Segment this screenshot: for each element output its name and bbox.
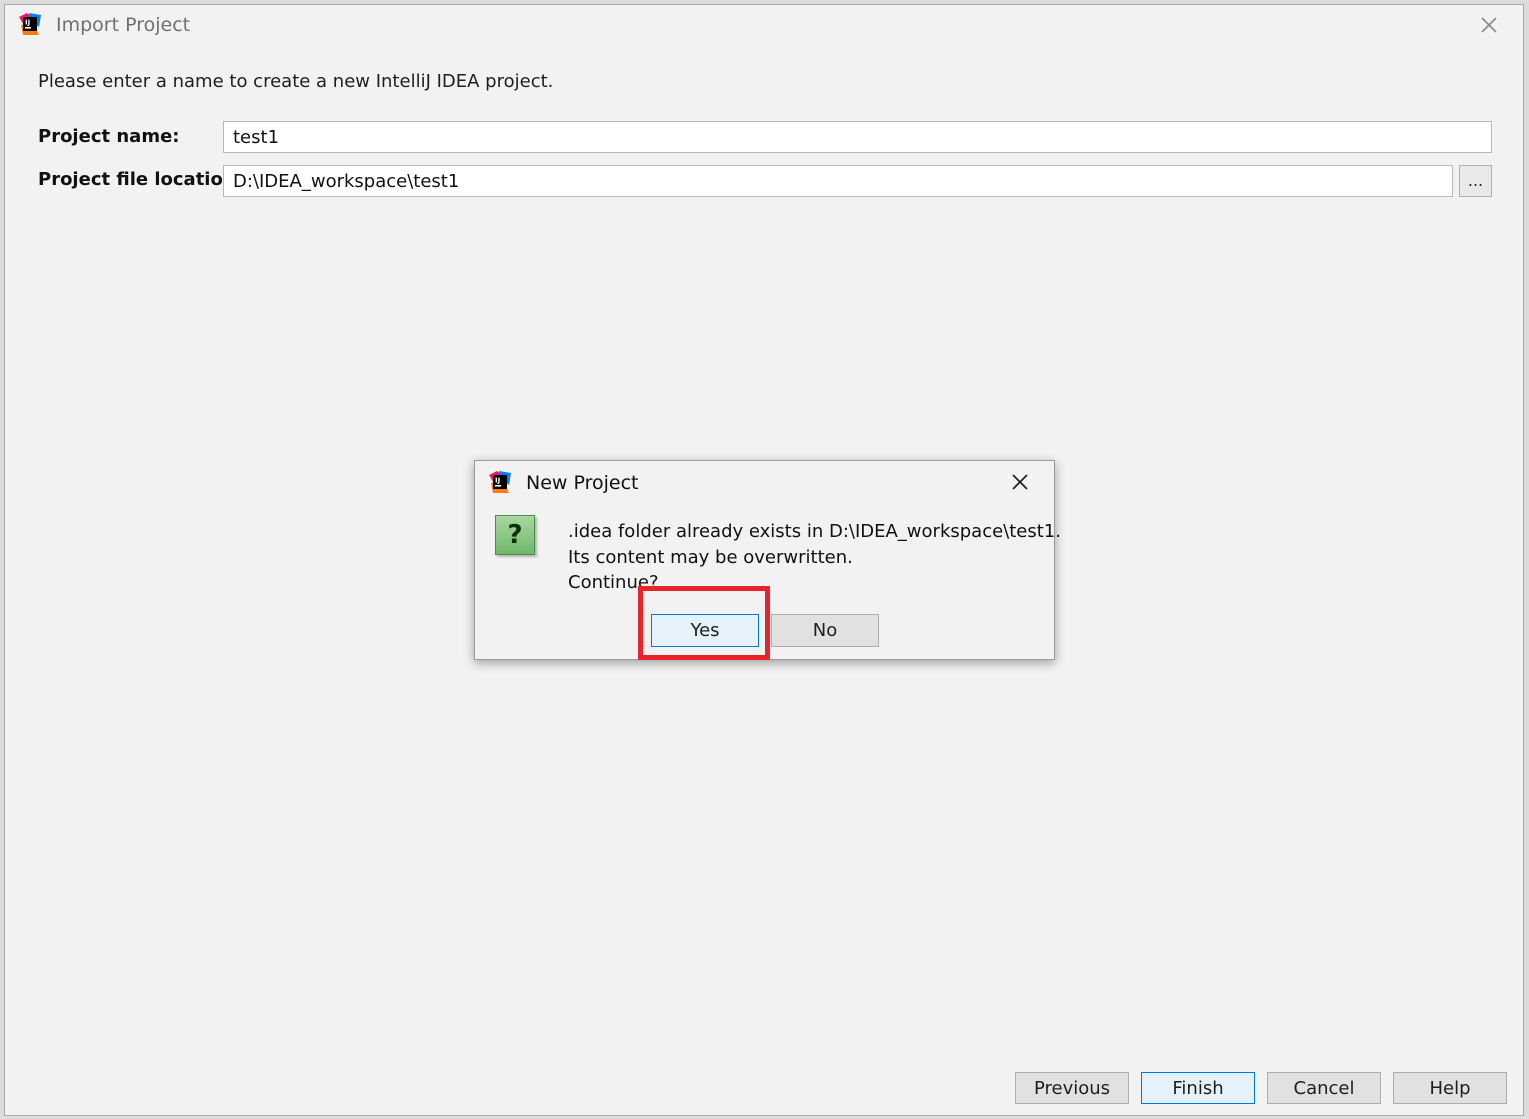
finish-button[interactable]: Finish bbox=[1141, 1072, 1255, 1104]
window-title: Import Project bbox=[56, 14, 191, 36]
project-name-label: Project name: bbox=[38, 126, 180, 147]
no-button[interactable]: No bbox=[771, 614, 879, 647]
intellij-logo-icon: IJ bbox=[489, 471, 511, 493]
close-icon[interactable] bbox=[1477, 13, 1501, 37]
cancel-button[interactable]: Cancel bbox=[1267, 1072, 1381, 1104]
new-project-dialog: IJ New Project ? .idea folder already ex… bbox=[474, 460, 1061, 660]
previous-button[interactable]: Previous bbox=[1015, 1072, 1129, 1104]
close-icon[interactable] bbox=[1008, 470, 1032, 494]
dialog-message-line-1: .idea folder already exists in D:\IDEA_w… bbox=[568, 521, 1061, 542]
yes-button[interactable]: Yes bbox=[651, 614, 759, 647]
intro-text: Please enter a name to create a new Inte… bbox=[38, 71, 554, 92]
intellij-logo-icon: IJ bbox=[19, 13, 41, 35]
help-button[interactable]: Help bbox=[1393, 1072, 1507, 1104]
dialog-message-line-2: Its content may be overwritten. bbox=[568, 547, 853, 568]
svg-text:IJ: IJ bbox=[25, 19, 30, 27]
project-location-input[interactable] bbox=[223, 165, 1453, 197]
project-location-label: Project file location: bbox=[38, 169, 243, 190]
question-icon: ? bbox=[495, 515, 535, 555]
title-bar[interactable]: IJ Import Project bbox=[5, 5, 1523, 47]
browse-button[interactable]: ... bbox=[1459, 165, 1492, 197]
dialog-title: New Project bbox=[526, 472, 639, 494]
svg-text:IJ: IJ bbox=[495, 477, 500, 485]
project-name-input[interactable] bbox=[223, 121, 1492, 153]
dialog-message-line-3: Continue? bbox=[568, 572, 659, 593]
